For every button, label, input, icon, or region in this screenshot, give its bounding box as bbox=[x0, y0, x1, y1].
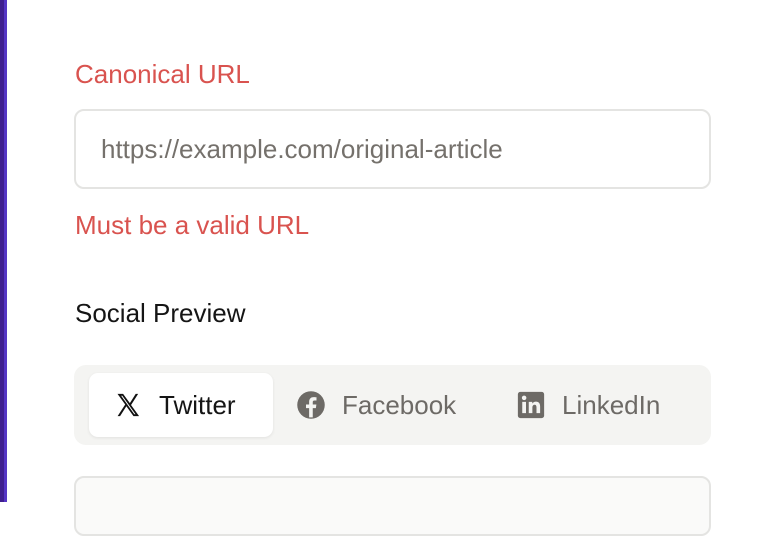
tab-linkedin-label: LinkedIn bbox=[562, 390, 661, 420]
tab-linkedin[interactable]: LinkedIn bbox=[502, 373, 692, 437]
social-preview-card bbox=[74, 476, 711, 536]
social-preview-tabs: Twitter Facebook LinkedIn bbox=[74, 365, 711, 445]
canonical-url-label: Canonical URL bbox=[75, 59, 250, 89]
window-left-border bbox=[0, 0, 7, 502]
facebook-icon bbox=[296, 390, 326, 420]
tab-facebook[interactable]: Facebook bbox=[282, 373, 482, 437]
tab-twitter-label: Twitter bbox=[159, 390, 236, 420]
linkedin-icon bbox=[516, 390, 546, 420]
tab-twitter[interactable]: Twitter bbox=[89, 373, 273, 437]
tab-facebook-label: Facebook bbox=[342, 390, 457, 420]
x-logo-icon bbox=[113, 390, 143, 420]
canonical-url-input[interactable] bbox=[74, 109, 711, 189]
social-preview-title: Social Preview bbox=[75, 298, 246, 328]
canonical-url-error: Must be a valid URL bbox=[75, 210, 310, 240]
